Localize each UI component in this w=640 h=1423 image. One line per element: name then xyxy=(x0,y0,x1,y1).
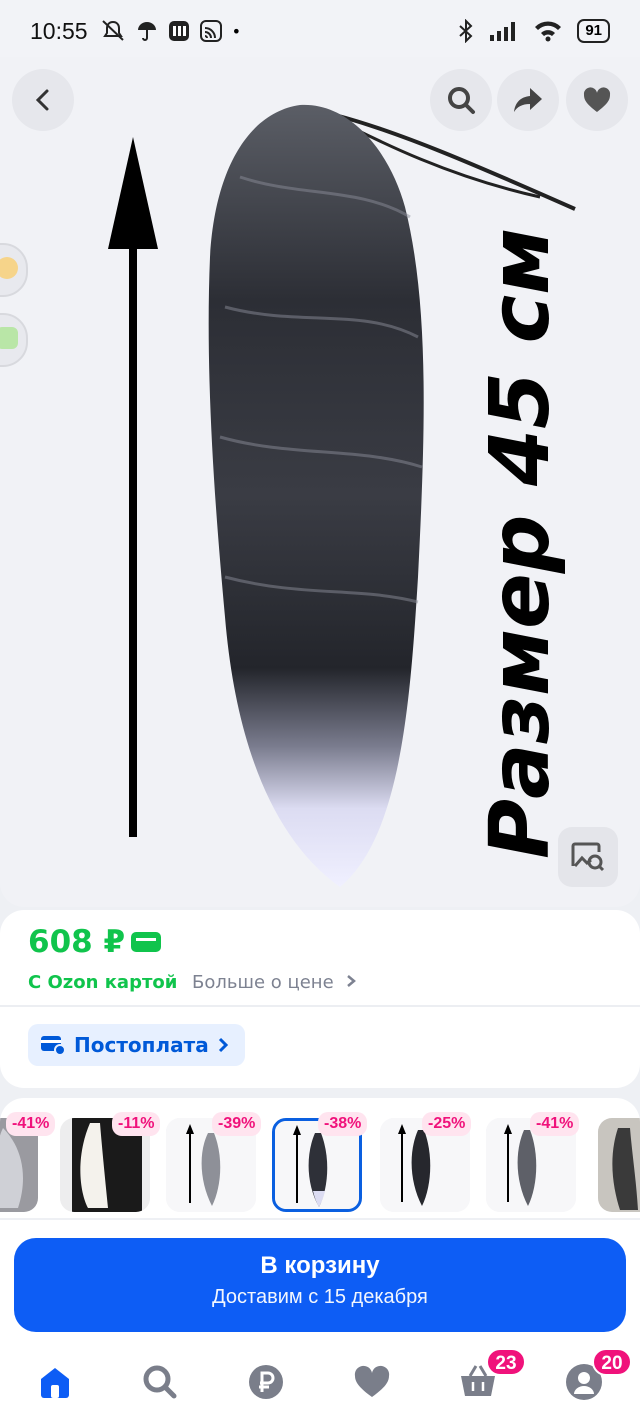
price-card: 608 ₽ С Ozon картой Больше о цене Постоп… xyxy=(0,910,640,1088)
nav-cart[interactable]: 23 xyxy=(456,1348,526,1404)
postpay-icon xyxy=(41,1036,66,1056)
cart-button-subtitle: Доставим с 15 декабря xyxy=(212,1286,428,1308)
favorite-button[interactable] xyxy=(566,69,628,131)
thumbnail[interactable] xyxy=(598,1118,640,1212)
app-notification-icon xyxy=(168,21,189,41)
discount-badge: -39% xyxy=(212,1112,262,1136)
muted-bell-icon xyxy=(101,20,124,41)
cast-icon xyxy=(199,20,222,42)
share-button[interactable] xyxy=(497,69,559,131)
thumbnail-strip[interactable]: -41% -11% -39% -38% -25% -41% xyxy=(0,1098,640,1218)
nav-profile[interactable]: 20 xyxy=(562,1348,632,1404)
signal-icon xyxy=(490,22,516,41)
ozon-card-icon xyxy=(131,932,162,952)
thumbnail-image xyxy=(598,1118,640,1212)
cart-button-title: В корзину xyxy=(260,1252,380,1279)
chevron-right-icon xyxy=(347,975,357,987)
cart-area: В корзину Доставим с 15 декабря xyxy=(0,1220,640,1340)
nav-favorites[interactable] xyxy=(350,1360,394,1404)
coin-icon xyxy=(0,257,18,279)
back-icon xyxy=(35,89,49,111)
discount-badge: -41% xyxy=(530,1112,580,1136)
umbrella-icon xyxy=(137,22,156,41)
postpay-button[interactable]: Постоплата xyxy=(28,1024,245,1066)
more-price-link[interactable]: Больше о цене xyxy=(192,972,357,993)
nav-home[interactable] xyxy=(33,1360,77,1404)
points-icon xyxy=(0,327,18,349)
cart-count-badge: 23 xyxy=(486,1348,526,1376)
home-icon xyxy=(41,1368,69,1398)
discount-badge: -41% xyxy=(6,1112,56,1136)
price-amount: 608 ₽ xyxy=(28,924,126,960)
search-icon xyxy=(448,87,475,114)
image-search-icon xyxy=(571,842,605,872)
bottom-navigation: 23 20 xyxy=(0,1340,640,1423)
postpay-label: Постоплата xyxy=(74,1033,209,1057)
wifi-icon xyxy=(535,21,562,42)
search-button[interactable] xyxy=(430,69,492,131)
ruble-icon xyxy=(249,1365,283,1399)
search-icon xyxy=(143,1365,177,1399)
battery-indicator: 91 xyxy=(577,19,610,43)
chevron-right-icon xyxy=(218,1037,228,1053)
product-image-gallery[interactable]: Размер 45 см xyxy=(0,57,640,907)
nav-search[interactable] xyxy=(138,1360,182,1404)
ozon-card-label: С Ozon картой xyxy=(28,972,178,993)
status-time: 10:55 xyxy=(30,17,88,44)
bluetooth-icon xyxy=(459,19,473,43)
discount-badge: -25% xyxy=(422,1112,472,1136)
image-search-button[interactable] xyxy=(558,827,618,887)
back-button[interactable] xyxy=(12,69,74,131)
nav-finance[interactable] xyxy=(244,1360,288,1404)
product-image: Размер 45 см xyxy=(108,104,576,888)
divider xyxy=(0,1005,640,1007)
status-dot: • xyxy=(231,21,241,41)
profile-count-badge: 20 xyxy=(592,1348,632,1376)
heart-icon xyxy=(583,87,611,112)
more-price-label: Больше о цене xyxy=(192,972,334,993)
share-icon xyxy=(514,88,542,112)
discount-badge: -11% xyxy=(112,1112,161,1136)
status-bar: 10:55 • 91 xyxy=(0,0,640,62)
discount-badge: -38% xyxy=(318,1112,368,1136)
price: 608 ₽ xyxy=(28,924,162,960)
product-size-overlay: Размер 45 см xyxy=(473,228,568,859)
favorites-icon xyxy=(354,1365,390,1397)
add-to-cart-button[interactable]: В корзину Доставим с 15 декабря xyxy=(14,1238,626,1332)
